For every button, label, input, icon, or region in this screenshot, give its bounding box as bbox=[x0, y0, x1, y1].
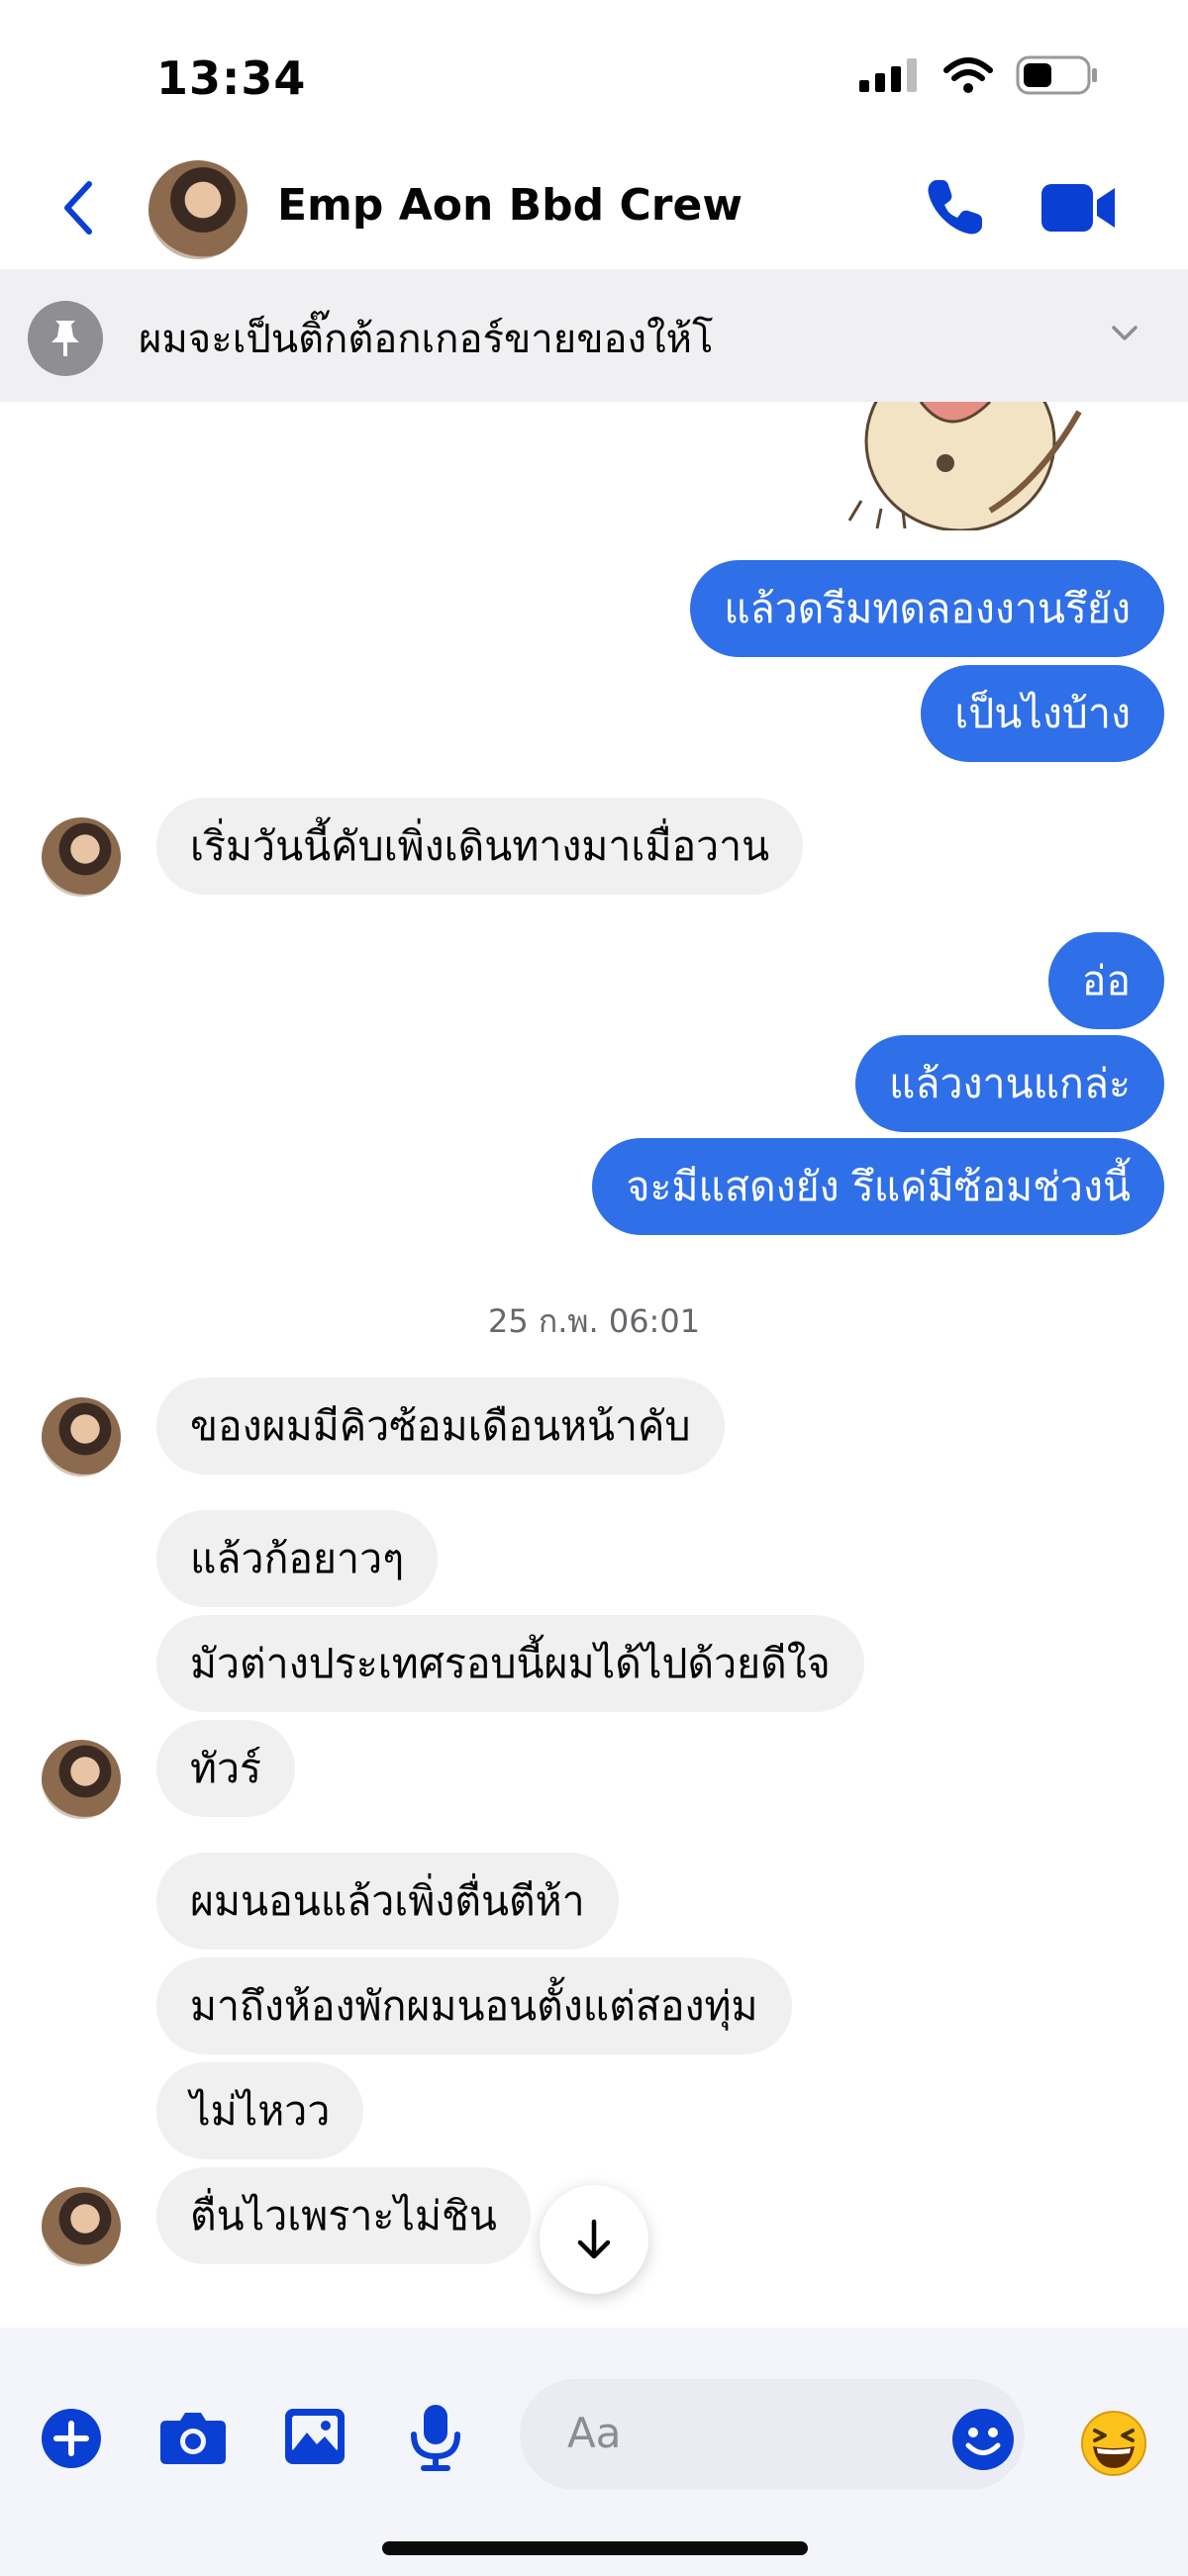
incoming-message[interactable]: ของผมมีคิวซ้อมเดือนหน้าคับ bbox=[156, 1378, 725, 1475]
contact-name[interactable]: Emp Aon Bbd Crew bbox=[277, 180, 742, 231]
back-icon[interactable] bbox=[59, 178, 99, 238]
incoming-message[interactable]: ทัวร์ bbox=[156, 1720, 296, 1817]
pin-badge bbox=[28, 301, 103, 376]
incoming-message[interactable]: ตื่นไวเพราะไม่ชิน bbox=[156, 2167, 531, 2264]
status-time: 13:34 bbox=[156, 51, 307, 105]
sender-avatar[interactable] bbox=[42, 1397, 121, 1477]
emoji-icon[interactable] bbox=[950, 2407, 1016, 2472]
pinned-text: ผมจะเป็นติ๊กต้อกเกอร์ขายของให้โ bbox=[139, 317, 714, 362]
incoming-message[interactable]: มัวต่างประเทศรอบนี้ผมได้ไปด้วยดีใจ bbox=[156, 1615, 864, 1712]
arrow-down-icon bbox=[577, 2219, 611, 2259]
sender-avatar[interactable] bbox=[42, 817, 121, 897]
outgoing-message[interactable]: จะมีแสดงยัง รึแค่มีซ้อมช่วงนี้ bbox=[592, 1138, 1164, 1235]
camera-icon[interactable] bbox=[158, 2407, 228, 2466]
scroll-to-bottom-button[interactable] bbox=[540, 2185, 648, 2294]
pinned-message-bar[interactable]: ผมจะเป็นติ๊กต้อกเกอร์ขายของให้โ bbox=[0, 269, 1188, 402]
incoming-message[interactable]: มาถึงห้องพักผมนอนตั้งแต่สองทุ่ม bbox=[156, 1957, 792, 2054]
sender-avatar[interactable] bbox=[42, 1740, 121, 1819]
chat-header: Emp Aon Bbd Crew bbox=[0, 148, 1188, 269]
chevron-down-icon[interactable] bbox=[1111, 325, 1138, 342]
laughing-emoji-icon[interactable] bbox=[1079, 2409, 1148, 2478]
home-indicator[interactable] bbox=[382, 2541, 808, 2555]
image-icon[interactable] bbox=[283, 2407, 346, 2466]
plus-icon[interactable] bbox=[40, 2407, 103, 2470]
message-composer: Aa bbox=[0, 2328, 1188, 2576]
microphone-icon[interactable] bbox=[408, 2403, 463, 2472]
status-bar: 13:34 bbox=[0, 0, 1188, 148]
incoming-message[interactable]: เริ่มวันนี้คับเพิ่งเดินทางมาเมื่อวาน bbox=[156, 798, 804, 895]
incoming-message[interactable]: ผมนอนแล้วเพิ่งตื่นตีห้า bbox=[156, 1853, 619, 1950]
sticker-image[interactable] bbox=[842, 402, 1119, 530]
contact-avatar[interactable] bbox=[148, 160, 248, 259]
video-icon[interactable] bbox=[1041, 182, 1117, 234]
incoming-message[interactable]: ไม่ไหวว bbox=[156, 2062, 364, 2159]
status-icons bbox=[859, 55, 1099, 95]
sender-avatar[interactable] bbox=[42, 2187, 121, 2266]
incoming-message[interactable]: แล้วก้อยาวๆ bbox=[156, 1510, 439, 1607]
message-input[interactable]: Aa bbox=[520, 2379, 1025, 2490]
pin-icon bbox=[51, 321, 79, 356]
wifi-icon bbox=[943, 57, 993, 93]
battery-icon bbox=[1016, 55, 1097, 95]
outgoing-message[interactable]: แล้วดรีมทดลองงานรึยัง bbox=[690, 560, 1164, 657]
message-input-placeholder: Aa bbox=[567, 2409, 622, 2457]
signal-icon bbox=[859, 58, 917, 92]
outgoing-message[interactable]: เป็นไงบ้าง bbox=[921, 665, 1164, 762]
outgoing-message[interactable]: แล้วงานแกล่ะ bbox=[854, 1035, 1164, 1132]
phone-icon[interactable] bbox=[923, 176, 986, 239]
outgoing-message[interactable]: อ่อ bbox=[1047, 932, 1164, 1029]
message-timestamp: 25 ก.พ. 06:01 bbox=[487, 1302, 701, 1340]
